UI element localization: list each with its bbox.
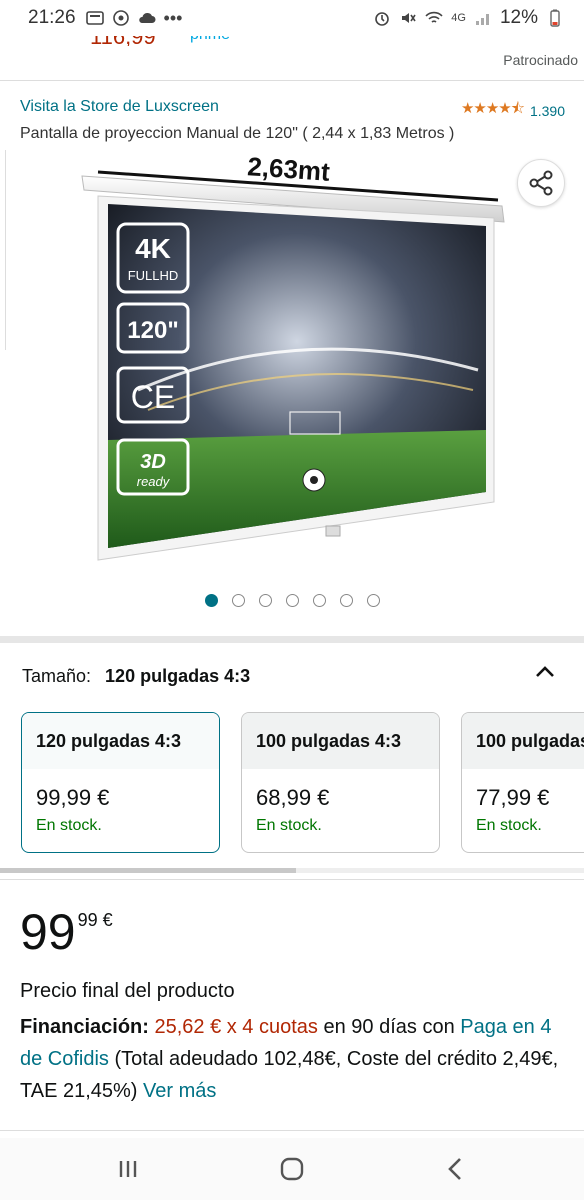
svg-text:CE: CE: [131, 379, 175, 415]
variant-price: 77,99 €: [476, 785, 550, 810]
rating[interactable]: ★★★★⯪ 1.390: [461, 98, 565, 123]
sync-icon: [112, 10, 129, 26]
variant-name: 100 pulgadas 4:3: [242, 713, 439, 769]
battery-percent: 12%: [499, 7, 538, 28]
width-label: 2,63mt: [246, 151, 331, 187]
variant-name: 100 pulgadas 16:9: [462, 713, 584, 769]
sponsored-label: Patrocinado: [503, 52, 578, 68]
home-icon[interactable]: [277, 1154, 307, 1184]
back-icon[interactable]: [441, 1154, 471, 1184]
more-notifications-icon: •••: [163, 7, 183, 28]
financing-info: Financiación: 25,62 € x 4 cuotas en 90 d…: [20, 1011, 570, 1107]
financing-label: Financiación:: [20, 1016, 149, 1038]
see-more-link[interactable]: Ver más: [143, 1080, 216, 1102]
gallery-icon: [85, 11, 104, 25]
carousel-dot[interactable]: [340, 594, 353, 607]
financing-amount: 25,62 € x 4 cuotas: [154, 1016, 318, 1038]
svg-text:3D: 3D: [140, 451, 166, 473]
divider: [0, 1130, 584, 1131]
variants-scrollbar-track: [296, 868, 584, 873]
variant-card-100-16-9[interactable]: 100 pulgadas 16:9 77,99 € En stock.: [461, 712, 584, 853]
mute-icon: [402, 13, 416, 23]
section-separator: [0, 636, 584, 643]
variant-stock: En stock.: [256, 817, 322, 834]
carousel-dot[interactable]: [313, 594, 326, 607]
cloud-icon: [138, 12, 156, 23]
divider: [0, 80, 584, 81]
signal-icon: [475, 14, 489, 25]
variant-card-100-4-3[interactable]: 100 pulgadas 4:3 68,99 € En stock.: [241, 712, 440, 853]
financing-period: en 90 días con: [317, 1016, 461, 1038]
variant-price: 68,99 €: [256, 785, 330, 810]
rating-count: 1.390: [529, 102, 565, 119]
carousel-dot[interactable]: [367, 594, 380, 607]
variant-name: 120 pulgadas 4:3: [22, 713, 219, 769]
size-selector-header[interactable]: Tamaño: 120 pulgadas 4:3: [22, 666, 250, 687]
price-whole: 99: [20, 904, 76, 960]
alarm-icon: [375, 12, 390, 26]
svg-text:ready: ready: [137, 474, 171, 489]
status-bar: 21:26 ••• 4G 12%: [0, 0, 584, 36]
size-label: Tamaño:: [22, 666, 92, 686]
share-button[interactable]: [517, 159, 565, 207]
scrolled-content-strip: 116,99 prime: [0, 36, 584, 46]
status-time: 21:26: [28, 7, 76, 28]
variant-stock: En stock.: [36, 817, 102, 834]
previous-item-prime: prime: [190, 36, 230, 44]
variant-card-120-4-3[interactable]: 120 pulgadas 4:3 99,99 € En stock.: [21, 712, 220, 853]
final-price-note: Precio final del producto: [20, 980, 235, 1002]
variants-scrollbar-thumb[interactable]: [0, 868, 296, 873]
store-link[interactable]: Visita la Store de Luxscreen: [20, 98, 219, 116]
product-image[interactable]: 4K FULLHD 120" CE 3D ready 2,63mt: [78, 150, 508, 570]
wifi-icon: [425, 11, 443, 23]
variant-stock: En stock.: [476, 817, 542, 834]
size-variants: 120 pulgadas 4:3 99,99 € En stock. 100 p…: [21, 712, 584, 854]
carousel-dot[interactable]: [232, 594, 245, 607]
recent-apps-icon[interactable]: [113, 1154, 143, 1184]
battery-icon: [550, 9, 560, 27]
carousel-dot[interactable]: [286, 594, 299, 607]
svg-text:FULLHD: FULLHD: [128, 268, 179, 283]
svg-text:4K: 4K: [135, 233, 171, 264]
previous-item-price: 116,99: [90, 36, 156, 46]
divider: [0, 879, 584, 880]
android-nav-bar: [0, 1138, 584, 1200]
network-type: 4G: [451, 12, 466, 24]
image-carousel-dots[interactable]: [205, 594, 380, 607]
svg-text:120": 120": [127, 317, 178, 344]
price-fraction: 99 €: [77, 910, 113, 930]
carousel-dot[interactable]: [259, 594, 272, 607]
main-price: 99 99 €: [20, 902, 113, 962]
star-rating-icon: ★★★★⯪: [460, 100, 525, 117]
chevron-up-icon[interactable]: [533, 660, 557, 684]
share-icon: [529, 170, 553, 196]
size-value: 120 pulgadas 4:3: [105, 666, 251, 686]
product-title[interactable]: Pantalla de proyeccion Manual de 120" ( …: [20, 125, 570, 143]
variant-price: 99,99 €: [36, 785, 110, 810]
side-panel-edge: [0, 150, 6, 350]
carousel-dot[interactable]: [205, 594, 218, 607]
